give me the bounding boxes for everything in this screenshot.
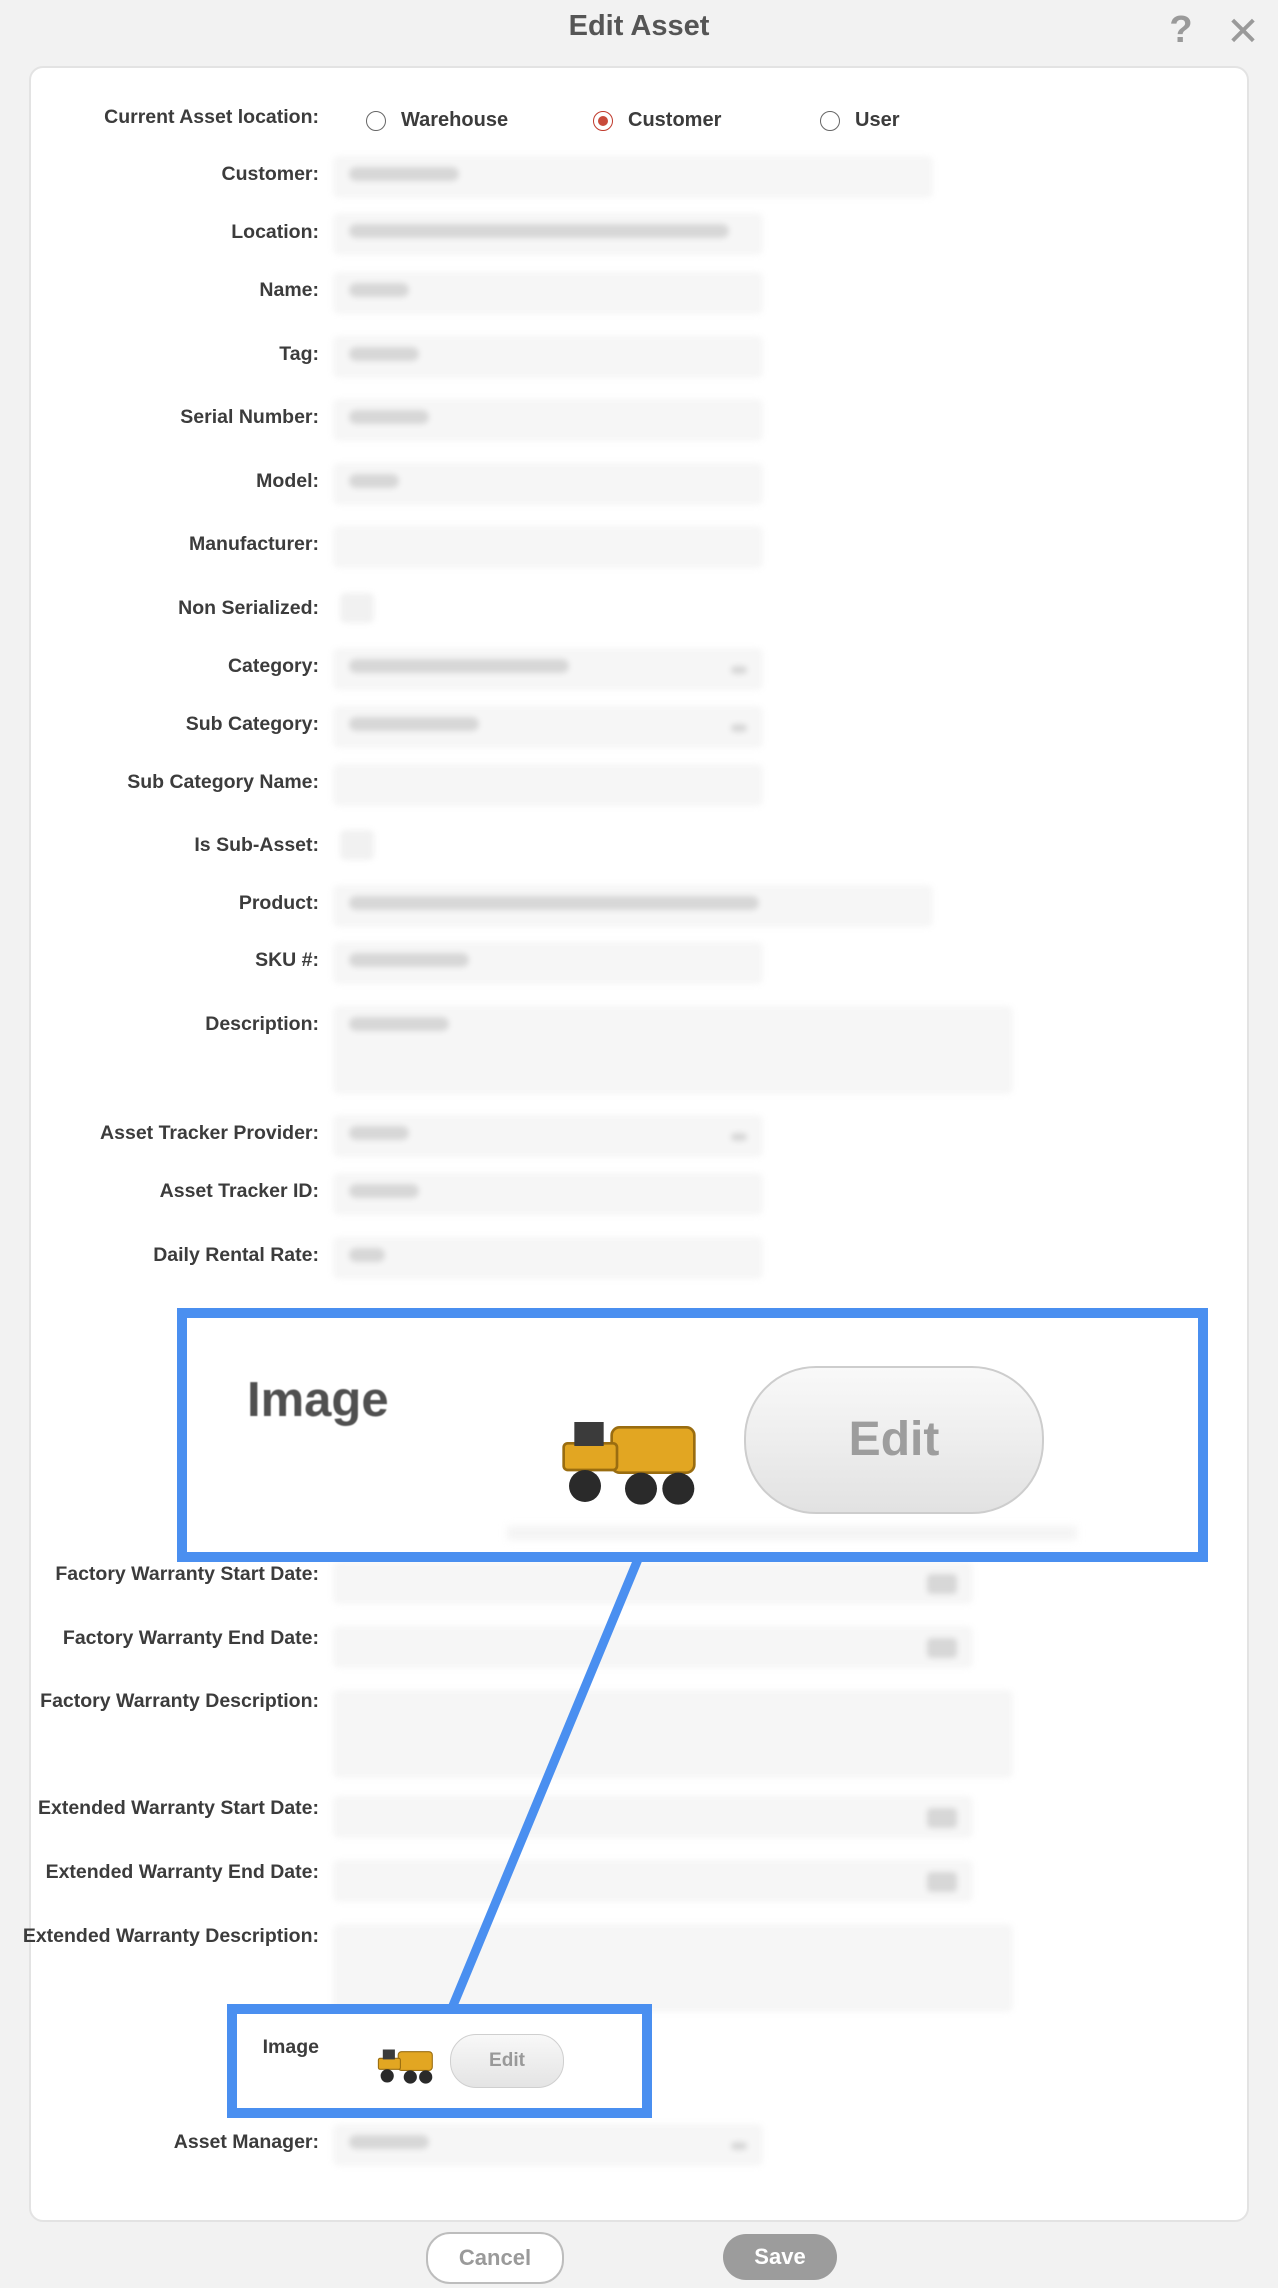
callout-connector <box>447 1550 646 2010</box>
zoom-image-label: Image <box>247 1373 389 1427</box>
zoom-edit-button: Edit <box>744 1366 1044 1514</box>
zoom-truck-icon <box>553 1414 713 1510</box>
cancel-button[interactable]: Cancel <box>426 2232 564 2284</box>
save-button[interactable]: Save <box>723 2234 837 2280</box>
